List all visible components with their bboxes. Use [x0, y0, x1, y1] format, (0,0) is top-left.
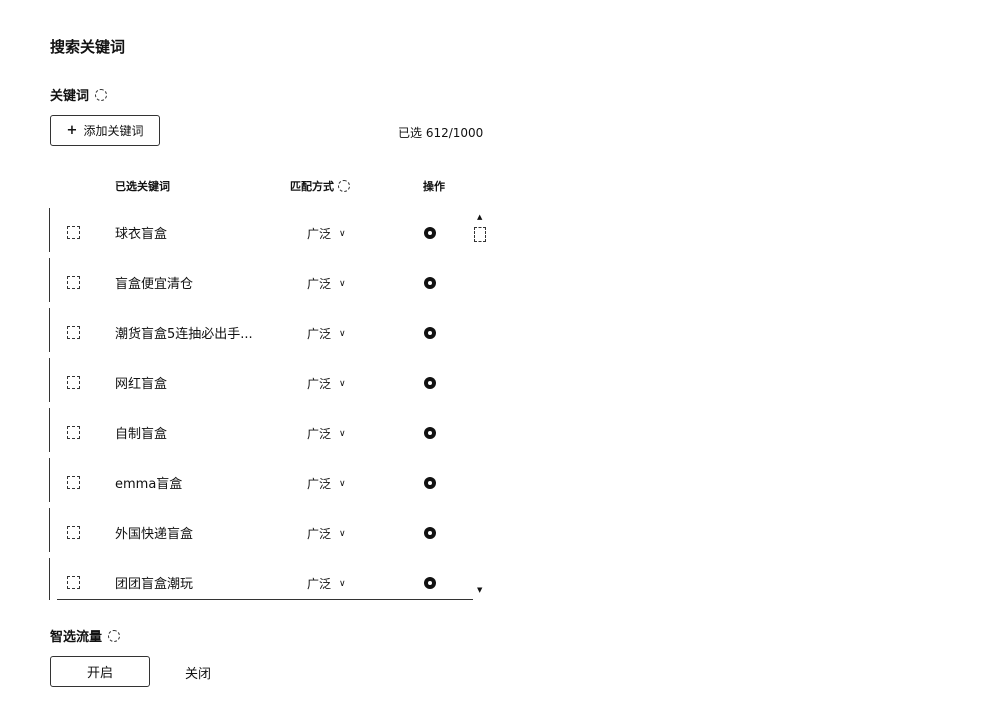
row-checkbox[interactable] — [67, 526, 80, 539]
chevron-down-icon: ∨ — [339, 478, 346, 489]
chevron-down-icon: ∨ — [339, 328, 346, 339]
keyword-text: 外国快递盲盒 — [115, 527, 194, 542]
match-type-value: 广泛 — [307, 477, 332, 491]
scrollbar-thumb[interactable] — [474, 227, 486, 242]
table-row: 球衣盲盒 广泛 ∨ — [0, 208, 480, 252]
match-type-select[interactable]: 广泛 ∨ — [307, 575, 346, 592]
match-type-select[interactable]: 广泛 ∨ — [307, 425, 346, 442]
row-divider — [49, 258, 50, 302]
delete-icon[interactable] — [424, 477, 436, 489]
keyword-section-label: 关键词 — [50, 85, 108, 104]
row-checkbox[interactable] — [67, 326, 80, 339]
delete-icon[interactable] — [424, 527, 436, 539]
match-type-value: 广泛 — [307, 577, 332, 591]
smart-traffic-label: 智选流量 — [50, 630, 103, 645]
match-type-select[interactable]: 广泛 ∨ — [307, 375, 346, 392]
row-checkbox[interactable] — [67, 576, 80, 589]
selected-count: 已选 612/1000 — [398, 126, 484, 140]
add-keyword-button[interactable]: + 添加关键词 — [50, 115, 160, 146]
row-divider — [49, 408, 50, 452]
match-type-value: 广泛 — [307, 427, 332, 441]
keyword-text: 盲盒便宜清仓 — [115, 277, 194, 292]
match-type-value: 广泛 — [307, 277, 332, 291]
smart-traffic-on-button[interactable]: 开启 — [50, 656, 150, 687]
chevron-down-icon: ∨ — [339, 528, 346, 539]
help-icon[interactable] — [108, 629, 121, 642]
row-divider — [49, 558, 50, 600]
match-type-value: 广泛 — [307, 227, 332, 241]
match-type-value: 广泛 — [307, 377, 332, 391]
match-type-select[interactable]: 广泛 ∨ — [307, 225, 346, 242]
row-divider — [49, 508, 50, 552]
delete-icon[interactable] — [424, 327, 436, 339]
delete-icon[interactable] — [424, 227, 436, 239]
header-match: 匹配方式 — [290, 178, 350, 194]
keyword-label: 关键词 — [50, 89, 90, 104]
row-divider — [49, 458, 50, 502]
scroll-up-arrow-icon[interactable]: ▲ — [477, 213, 482, 221]
row-checkbox[interactable] — [67, 276, 80, 289]
row-checkbox[interactable] — [67, 226, 80, 239]
keyword-text: 球衣盲盒 — [115, 227, 168, 242]
plus-icon: + — [66, 123, 78, 138]
match-type-value: 广泛 — [307, 527, 332, 541]
table-row: 外国快递盲盒 广泛 ∨ — [0, 508, 480, 552]
match-type-select[interactable]: 广泛 ∨ — [307, 325, 346, 342]
delete-icon[interactable] — [424, 427, 436, 439]
help-icon[interactable] — [338, 180, 350, 192]
add-keyword-label: 添加关键词 — [83, 124, 144, 138]
help-icon[interactable] — [95, 88, 108, 101]
row-divider — [49, 308, 50, 352]
row-divider — [49, 208, 50, 252]
chevron-down-icon: ∨ — [339, 278, 346, 289]
keyword-text: emma盲盒 — [115, 477, 183, 492]
match-type-select[interactable]: 广泛 ∨ — [307, 475, 346, 492]
scroll-down-arrow-icon[interactable]: ▼ — [477, 586, 482, 594]
table-row: 盲盒便宜清仓 广泛 ∨ — [0, 258, 480, 302]
table-header: 已选关键词 匹配方式 操作 — [0, 178, 500, 194]
match-type-select[interactable]: 广泛 ∨ — [307, 275, 346, 292]
match-type-select[interactable]: 广泛 ∨ — [307, 525, 346, 542]
chevron-down-icon: ∨ — [339, 578, 346, 589]
page-title: 搜索关键词 — [50, 38, 126, 56]
smart-traffic-off-button[interactable]: 关闭 — [185, 663, 211, 682]
header-operation: 操作 — [423, 180, 445, 193]
table-row: 网红盲盒 广泛 ∨ — [0, 358, 480, 402]
header-keyword: 已选关键词 — [115, 180, 170, 193]
row-divider — [49, 358, 50, 402]
delete-icon[interactable] — [424, 377, 436, 389]
table-bottom-border — [57, 599, 473, 600]
table-row: 潮货盲盒5连抽必出手... 广泛 ∨ — [0, 308, 480, 352]
table-row: 自制盲盒 广泛 ∨ — [0, 408, 480, 452]
chevron-down-icon: ∨ — [339, 228, 346, 239]
row-checkbox[interactable] — [67, 376, 80, 389]
keyword-text: 自制盲盒 — [115, 427, 168, 442]
match-type-value: 广泛 — [307, 327, 332, 341]
table-row: emma盲盒 广泛 ∨ — [0, 458, 480, 502]
keyword-table: 球衣盲盒 广泛 ∨ 盲盒便宜清仓 广泛 ∨ 潮货盲盒5连抽必出手... 广泛 ∨… — [0, 208, 500, 600]
chevron-down-icon: ∨ — [339, 378, 346, 389]
keyword-text: 潮货盲盒5连抽必出手... — [115, 327, 253, 342]
header-match-label: 匹配方式 — [290, 180, 334, 193]
chevron-down-icon: ∨ — [339, 428, 346, 439]
row-checkbox[interactable] — [67, 426, 80, 439]
smart-traffic-section-label: 智选流量 — [50, 626, 121, 645]
row-checkbox[interactable] — [67, 476, 80, 489]
delete-icon[interactable] — [424, 577, 436, 589]
keyword-text: 网红盲盒 — [115, 377, 168, 392]
table-row: 团团盲盒潮玩 广泛 ∨ — [0, 558, 480, 600]
delete-icon[interactable] — [424, 277, 436, 289]
keyword-text: 团团盲盒潮玩 — [115, 577, 194, 592]
